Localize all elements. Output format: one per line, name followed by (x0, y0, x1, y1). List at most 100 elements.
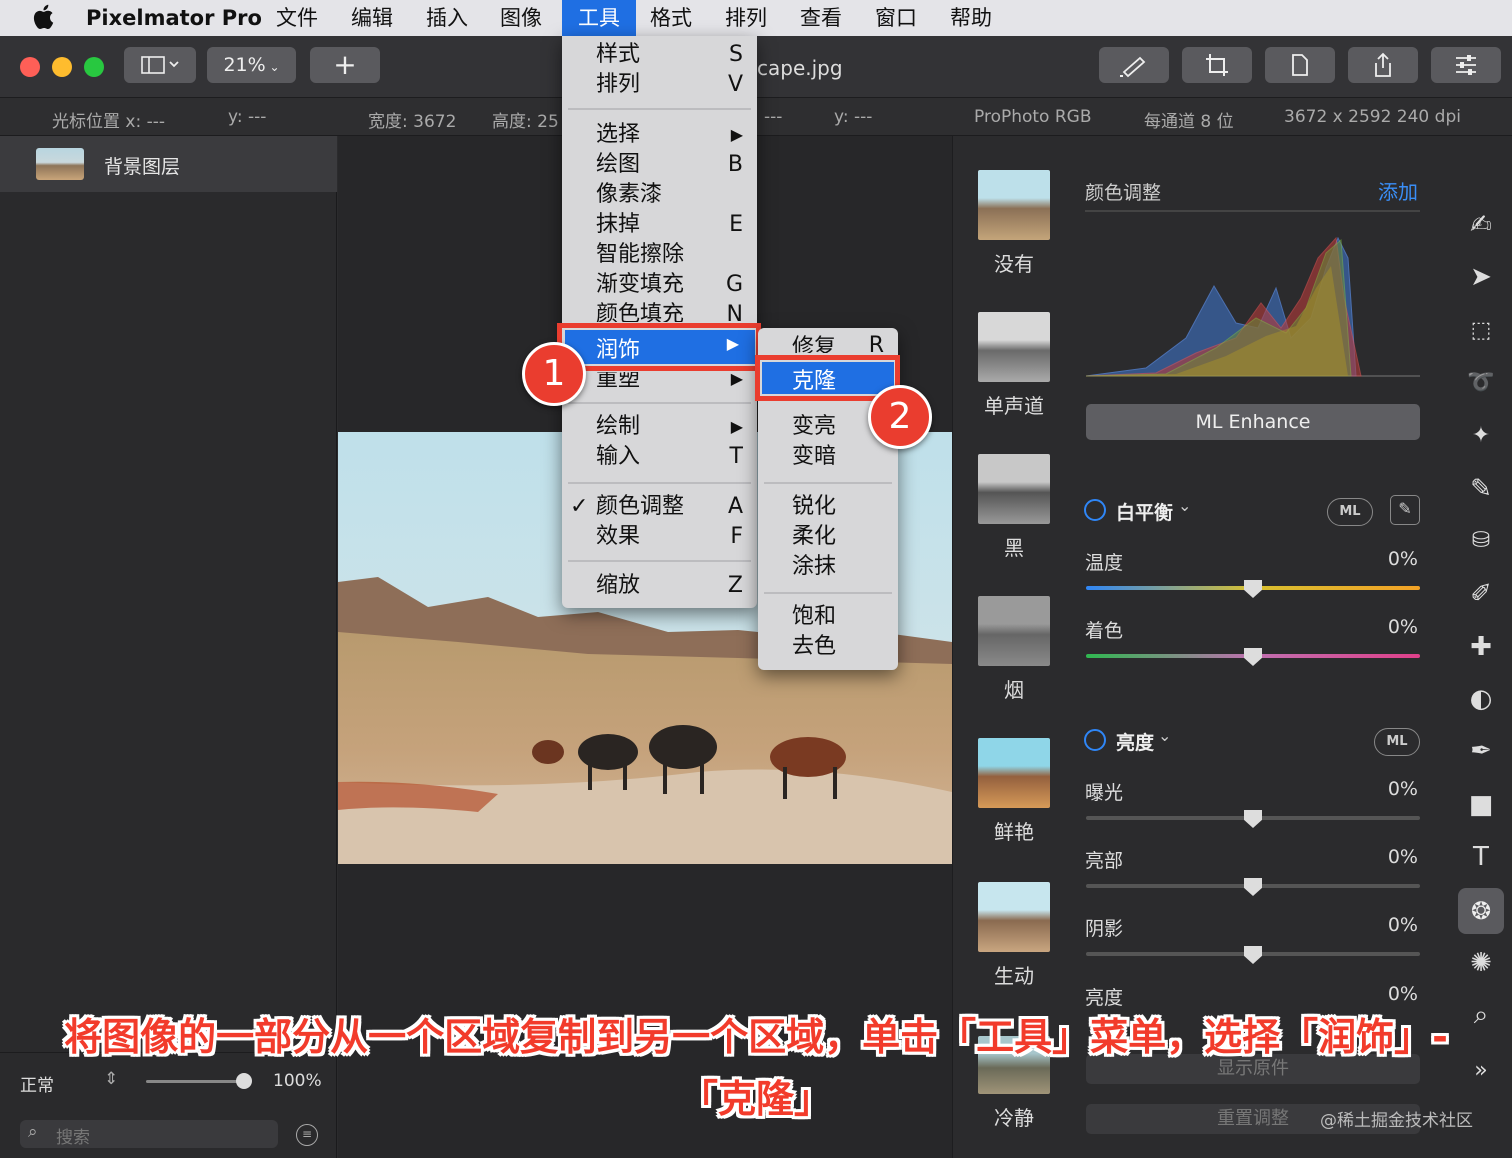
highlights-knob[interactable] (1244, 878, 1262, 896)
menu-image[interactable]: 图像 (500, 0, 542, 36)
shortcut: T (729, 444, 743, 469)
menu-item-pixel[interactable]: 像素漆 (596, 180, 662, 210)
tools-strip: ✍ ➤ ⬚ ➰ ✦ ✎ ⛁ ✐ ✚ ◐ ✒ ■ T ❂ ✺ ⌕ » (1452, 136, 1512, 1158)
lightness-toggle[interactable] (1084, 729, 1106, 751)
minimize-window-button[interactable] (52, 57, 72, 77)
share-button[interactable] (1348, 47, 1418, 83)
ml-enhance-button[interactable]: ML Enhance (1086, 404, 1420, 440)
menu-insert[interactable]: 插入 (426, 0, 468, 36)
bandage-icon[interactable]: ✚ (1466, 632, 1496, 662)
wb-ml-button[interactable]: ML (1327, 498, 1373, 526)
menu-item-arrange[interactable]: 排列 (596, 70, 640, 100)
paint-bucket-icon[interactable]: ⛁ (1466, 526, 1496, 556)
menu-format[interactable]: 格式 (650, 0, 692, 36)
eraser-icon[interactable]: ✐ (1466, 579, 1496, 609)
menu-item-type[interactable]: 输入 (596, 442, 640, 472)
paint-brush-icon[interactable]: ✎ (1466, 474, 1496, 504)
exposure-value: 0% (1387, 778, 1418, 800)
shortcut: N (726, 302, 743, 322)
checkmark-icon: ✓ (570, 494, 589, 519)
preset-label-smoke: 烟 (1004, 678, 1024, 702)
shortcut: B (727, 152, 743, 177)
menu-bar: Pixelmator Pro 文件 编辑 插入 图像 工具 格式 排列 查看 窗… (0, 0, 1512, 36)
text-tool-icon[interactable]: T (1466, 842, 1496, 872)
menu-item-color-fill[interactable]: 颜色填充 (596, 300, 684, 322)
chevron-down-icon[interactable]: ⌄ (1158, 726, 1171, 745)
shadows-knob[interactable] (1244, 946, 1262, 964)
menu-tools[interactable]: 工具 (562, 0, 636, 36)
chevron-down-icon[interactable]: ⌄ (1178, 496, 1191, 515)
preset-thumb-smoke[interactable] (978, 596, 1050, 666)
document-title: cape.jpg (757, 56, 843, 80)
menu-item-effects[interactable]: 效果 (596, 522, 640, 552)
sidebar-toggle-button[interactable] (124, 47, 196, 83)
menu-item-zoom[interactable]: 缩放 (596, 571, 640, 601)
menu-item-reshape[interactable]: 重塑 (596, 372, 640, 394)
rectangle-select-icon[interactable]: ⬚ (1466, 316, 1496, 346)
menu-item-erase[interactable]: 抹掉 (596, 210, 640, 240)
adjustments-title: 颜色调整 (1085, 182, 1162, 204)
menu-file[interactable]: 文件 (276, 0, 318, 36)
submenu-arrow-icon: ▶ (730, 417, 743, 436)
add-adjustment-link[interactable]: 添加 (1378, 176, 1418, 205)
menu-item-repair[interactable]: 修复 (792, 331, 836, 353)
shortcut: G (725, 272, 743, 297)
menu-item-smart-erase[interactable]: 智能擦除 (596, 240, 684, 270)
menu-item-style[interactable]: 样式 (596, 40, 640, 70)
menu-item-paint[interactable]: 绘图 (596, 150, 640, 180)
shape-square-icon[interactable]: ■ (1466, 790, 1496, 820)
effects-icon[interactable]: ✺ (1466, 948, 1496, 978)
highlight-box-1 (557, 323, 761, 371)
shortcut: A (727, 494, 743, 519)
menu-window[interactable]: 窗口 (875, 0, 917, 36)
crop-button[interactable] (1182, 47, 1252, 83)
menu-item-select[interactable]: 选择 (596, 120, 640, 150)
lightness-title[interactable]: 亮度 (1116, 728, 1154, 755)
add-button[interactable]: + (310, 47, 380, 83)
menu-help[interactable]: 帮助 (950, 0, 992, 36)
preset-thumb-mono[interactable] (978, 312, 1050, 382)
document-button[interactable] (1265, 47, 1335, 83)
menu-item-gradient[interactable]: 渐变填充 (596, 270, 684, 300)
style-tool-icon[interactable]: ✍ (1466, 210, 1496, 240)
exposure-knob[interactable] (1244, 810, 1262, 828)
white-balance-toggle[interactable] (1084, 499, 1106, 521)
menu-item-color-adjust[interactable]: 颜色调整 (596, 492, 684, 522)
brush-tool-button[interactable] (1099, 47, 1169, 83)
zoom-window-button[interactable] (84, 57, 104, 77)
menu-item-darken[interactable]: 变暗 (792, 442, 836, 472)
preset-thumb-vivid[interactable] (978, 738, 1050, 808)
magic-wand-icon[interactable]: ✦ (1466, 421, 1496, 451)
tint-knob[interactable] (1244, 648, 1262, 666)
apple-icon[interactable] (32, 4, 54, 30)
pen-icon[interactable]: ✒ (1466, 736, 1496, 766)
lasso-icon[interactable]: ➰ (1466, 368, 1496, 398)
menu-item-draw[interactable]: 绘制 (596, 412, 640, 442)
menu-item-smudge[interactable]: 涂抹 (792, 552, 836, 582)
app-name-menu[interactable]: Pixelmator Pro (86, 0, 262, 36)
white-balance-title[interactable]: 白平衡 (1116, 498, 1173, 525)
zoom-dropdown[interactable]: 21% ⌄ (207, 47, 296, 83)
layer-row[interactable]: 背景图层 (0, 136, 337, 192)
menu-item-lighten[interactable]: 变亮 (792, 412, 836, 442)
cursor-y-readout: y: --- (228, 107, 267, 127)
menu-view[interactable]: 查看 (800, 0, 842, 36)
preset-thumb-lively[interactable] (978, 882, 1050, 952)
menu-arrange[interactable]: 排列 (725, 0, 767, 36)
adjustments-button[interactable] (1431, 47, 1501, 83)
color-adjust-tool-icon[interactable]: ❂ (1458, 888, 1504, 934)
arrange-arrow-icon[interactable]: ➤ (1466, 262, 1496, 292)
preset-thumb-black[interactable] (978, 454, 1050, 524)
distort-icon[interactable]: ◐ (1466, 684, 1496, 714)
brightness-value: 0% (1387, 983, 1418, 1005)
lightness-ml-button[interactable]: ML (1374, 728, 1420, 756)
menu-edit[interactable]: 编辑 (351, 0, 393, 36)
menu-item-sharpen[interactable]: 锐化 (792, 492, 836, 522)
close-window-button[interactable] (20, 57, 40, 77)
eyedropper-icon[interactable]: ✎ (1390, 495, 1420, 525)
preset-thumb-none[interactable] (978, 170, 1050, 240)
menu-item-saturate[interactable]: 饱和 (792, 602, 836, 632)
menu-item-soften[interactable]: 柔化 (792, 522, 836, 552)
menu-item-desaturate[interactable]: 去色 (792, 632, 836, 662)
temperature-knob[interactable] (1244, 580, 1262, 598)
